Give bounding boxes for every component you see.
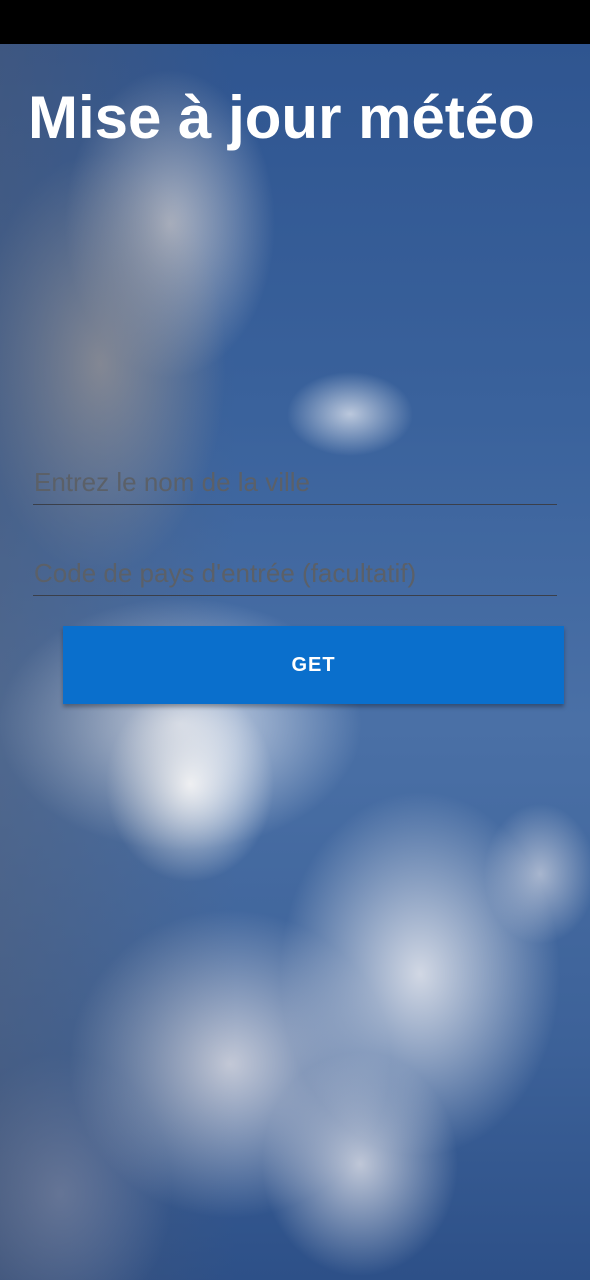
get-button[interactable]: GET: [63, 626, 564, 704]
country-code-input[interactable]: [33, 552, 557, 596]
page-title: Mise à jour météo: [28, 84, 535, 151]
status-bar: [0, 0, 590, 44]
app-screen: Mise à jour météo GET: [0, 0, 590, 1280]
city-name-input[interactable]: [33, 461, 557, 505]
